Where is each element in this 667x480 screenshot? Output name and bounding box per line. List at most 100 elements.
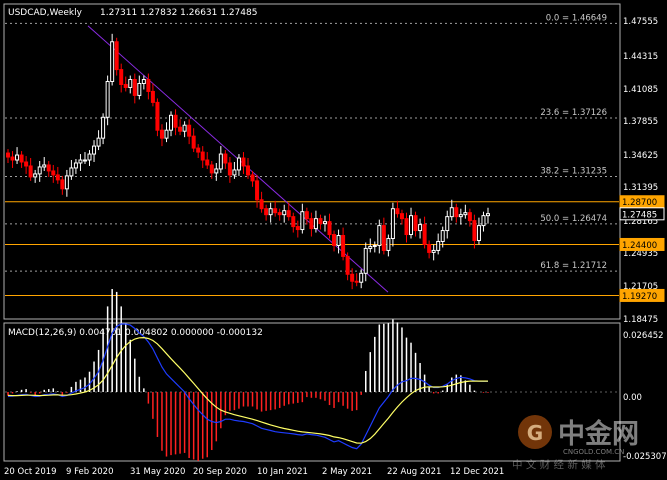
- bull-candle: [463, 212, 468, 216]
- price-axis: 1.47555 1.44315 1.41085 1.37855 1.34625 …: [623, 17, 658, 325]
- bear-candle: [187, 124, 192, 137]
- horizontal-lines-layer: [5, 201, 619, 296]
- bear-candle: [273, 208, 278, 214]
- bull-candle: [476, 225, 481, 241]
- bear-candle: [395, 208, 400, 215]
- bull-candle: [110, 41, 115, 83]
- time-axis: 20 Oct 2019 9 Feb 2020 31 May 2020 20 Se…: [4, 467, 504, 477]
- macd-tick: 0.00: [623, 393, 642, 403]
- bear-candle: [381, 225, 386, 251]
- bull-candle: [137, 82, 142, 96]
- bull-candle: [92, 145, 97, 155]
- bear-candle: [19, 154, 24, 163]
- fib-level-label: 0.0 = 1.46649: [546, 13, 607, 23]
- bull-candle: [87, 153, 92, 161]
- bear-candle: [309, 218, 314, 230]
- watermark-site: CNGOLD.COM.CN: [563, 448, 624, 456]
- bear-candle: [341, 235, 346, 257]
- price-tag-label: 1.27485: [622, 210, 657, 220]
- bear-candle: [123, 83, 128, 88]
- bull-candle: [169, 114, 174, 131]
- bear-candle: [259, 199, 264, 210]
- bear-candle: [132, 79, 137, 96]
- bull-candle: [445, 216, 450, 232]
- bull-candle: [15, 154, 20, 161]
- bear-candle: [173, 114, 178, 128]
- bear-candle: [227, 162, 232, 176]
- watermark-tagline: 中 文 财 经 新 媒 体: [512, 458, 606, 471]
- bear-candle: [304, 211, 309, 220]
- bull-candle: [431, 249, 436, 253]
- bear-candle: [277, 212, 282, 216]
- time-label: 22 Aug 2021: [387, 467, 441, 477]
- bear-candle: [467, 212, 472, 222]
- bear-candle: [178, 126, 183, 132]
- bear-candle: [24, 161, 29, 167]
- bull-candle: [486, 213, 490, 217]
- bear-candle: [404, 218, 409, 236]
- watermark: G 中金网 CNGOLD.COM.CN 中 文 财 经 新 媒 体: [512, 415, 639, 471]
- bear-candle: [295, 226, 300, 231]
- bear-candle: [255, 180, 260, 201]
- bear-candle: [6, 152, 10, 158]
- fib-level-label: 50.0 = 1.26474: [540, 214, 607, 224]
- chart-canvas[interactable]: USDCAD,Weekly 1.27311 1.27832 1.26631 1.…: [0, 0, 667, 480]
- ohlc-readout: 1.27311 1.27832 1.26631 1.27485: [100, 8, 257, 18]
- bull-candle: [359, 272, 364, 283]
- bear-candle: [10, 156, 15, 161]
- bear-candle: [200, 151, 205, 161]
- bull-candle: [42, 164, 47, 168]
- bull-candle: [386, 238, 391, 251]
- bull-candle: [322, 221, 327, 225]
- fib-level-label: 23.6 = 1.37126: [540, 108, 607, 118]
- bull-candle: [101, 116, 106, 139]
- bull-candle: [418, 224, 423, 232]
- bull-candle: [390, 208, 395, 240]
- price-tick: 1.47555: [623, 17, 658, 27]
- bull-candle: [409, 215, 414, 236]
- fib-level-label: 61.8 = 1.21712: [540, 261, 607, 271]
- bull-candle: [377, 225, 382, 246]
- bull-candle: [33, 173, 38, 178]
- bear-candle: [472, 220, 477, 241]
- bear-candle: [155, 101, 160, 131]
- bear-candle: [150, 90, 155, 103]
- time-label: 31 May 2020: [130, 467, 185, 477]
- bull-candle: [182, 124, 187, 132]
- bear-candle: [46, 164, 51, 172]
- bull-candle: [218, 153, 223, 170]
- fib-level-label: 38.2 = 1.31235: [540, 167, 607, 177]
- bull-candle: [436, 240, 441, 251]
- bear-candle: [354, 280, 359, 283]
- bear-candle: [291, 216, 296, 228]
- bear-candle: [427, 243, 432, 253]
- bear-candle: [241, 157, 246, 167]
- bull-candle: [164, 129, 169, 139]
- price-tick: 1.18475: [623, 315, 658, 325]
- bull-candle: [96, 137, 101, 147]
- bear-candle: [422, 224, 427, 245]
- bear-candle: [246, 165, 250, 176]
- bear-candle: [119, 69, 124, 85]
- bull-candle: [268, 208, 273, 216]
- time-label: 10 Jan 2021: [257, 467, 308, 477]
- bull-candle: [449, 207, 454, 218]
- candles-layer: [6, 33, 490, 290]
- bear-candle: [159, 129, 164, 139]
- bear-candle: [250, 174, 255, 182]
- time-label: 12 Dec 2021: [450, 467, 504, 477]
- time-label: 20 Oct 2019: [4, 467, 57, 477]
- price-tick: 1.31395: [623, 183, 658, 193]
- bear-candle: [205, 159, 210, 166]
- bear-candle: [146, 79, 151, 92]
- bull-candle: [458, 214, 463, 218]
- price-tick: 1.34625: [623, 151, 658, 161]
- bear-candle: [413, 215, 418, 232]
- bull-candle: [236, 157, 241, 171]
- price-tag-label: 1.28700: [622, 198, 657, 208]
- bull-candle: [105, 81, 110, 118]
- price-tag-label: 1.19270: [622, 292, 657, 302]
- bear-candle: [28, 165, 33, 178]
- price-tag-label: 1.24400: [622, 241, 657, 251]
- bull-candle: [372, 244, 377, 247]
